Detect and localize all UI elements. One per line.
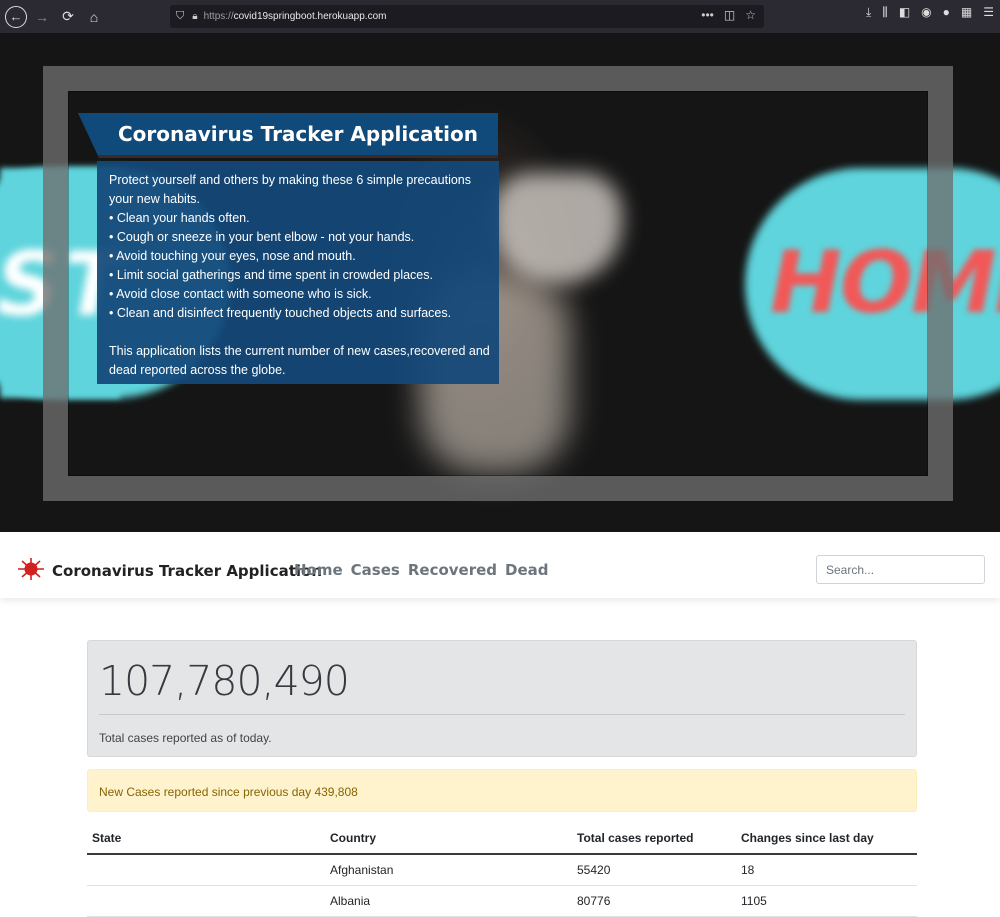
tracking-shield-icon[interactable]: ⛉ — [176, 10, 184, 23]
column-header-state: State — [92, 830, 122, 845]
extensions-icon[interactable]: ▦ — [961, 5, 972, 20]
precaution-item: • Clean and disinfect frequently touched… — [109, 306, 452, 320]
precaution-item: • Clean your hands often. — [109, 211, 250, 225]
nav-links: Home Cases Recovered Dead — [294, 561, 549, 579]
table-header: State Country Total cases reported Chang… — [87, 822, 917, 855]
url-host: covid19springboot.herokuapp.com — [233, 11, 387, 22]
forward-arrow-icon[interactable]: → — [31, 6, 53, 28]
column-header-change: Changes since last day — [741, 830, 874, 845]
search-input[interactable] — [816, 555, 985, 584]
hero-intro-line: Protect yourself and others by making th… — [109, 173, 471, 187]
column-header-total: Total cases reported — [577, 830, 694, 845]
precaution-item: • Avoid close contact with someone who i… — [109, 287, 372, 301]
table-row: Albania 80776 1105 — [87, 886, 917, 917]
precaution-item: • Avoid touching your eyes, nose and mou… — [109, 249, 356, 263]
url-protocol: https:// — [203, 11, 234, 22]
hero-banner: ST HOME Coronavirus Tracker Application … — [0, 33, 1000, 532]
cell-change: 1105 — [741, 894, 767, 908]
library-icon[interactable]: ⫼ — [882, 5, 888, 20]
hero-outro-line: dead reported across the globe. — [109, 363, 286, 377]
lock-icon[interactable]: 🔒︎ — [192, 11, 197, 22]
nav-link-cases[interactable]: Cases — [351, 561, 400, 579]
pocket-icon[interactable]: ◫ — [724, 8, 735, 22]
cell-change: 18 — [741, 863, 755, 877]
cell-country: Albania — [330, 894, 371, 908]
hero-title: Coronavirus Tracker Application — [118, 122, 478, 146]
page-actions-icon[interactable]: ••• — [701, 8, 714, 22]
cell-total: 55420 — [577, 863, 611, 877]
column-header-country: Country — [330, 830, 376, 845]
total-cases-number: 107,780,490 — [99, 657, 350, 705]
downloads-icon[interactable]: ⤓ — [866, 5, 871, 20]
address-bar[interactable]: ⛉ 🔒︎ https://covid19springboot.herokuapp… — [170, 5, 764, 28]
total-cases-label: Total cases reported as of today. — [99, 731, 272, 745]
precaution-item: • Limit social gatherings and time spent… — [109, 268, 433, 282]
hero-info-box: Protect yourself and others by making th… — [97, 161, 499, 384]
cell-country: Afghanistan — [330, 863, 394, 877]
table-row: Afghanistan 55420 18 — [87, 855, 917, 886]
new-cases-alert: New Cases reported since previous day 43… — [87, 769, 917, 812]
nav-link-home[interactable]: Home — [294, 561, 343, 579]
browser-toolbar: ← → ⟳ ⌂ ⛉ 🔒︎ https://covid19springboot.h… — [0, 0, 1000, 33]
sidebar-icon[interactable]: ◧ — [899, 5, 910, 20]
globe-icon[interactable]: ● — [943, 5, 950, 20]
divider — [99, 714, 905, 715]
reload-icon[interactable]: ⟳ — [57, 6, 79, 28]
total-cases-panel: 107,780,490 Total cases reported as of t… — [87, 640, 917, 757]
virus-logo-icon[interactable] — [16, 557, 46, 581]
hero-outro-line: This application lists the current numbe… — [109, 344, 490, 358]
brand-name[interactable]: Coronavirus Tracker Application — [52, 562, 322, 580]
cases-table: State Country Total cases reported Chang… — [87, 822, 917, 917]
cell-total: 80776 — [577, 894, 611, 908]
home-icon[interactable]: ⌂ — [83, 6, 105, 28]
menu-icon[interactable]: ☰ — [983, 5, 994, 20]
nav-link-recovered[interactable]: Recovered — [408, 561, 497, 579]
navbar: Coronavirus Tracker Application Home Cas… — [0, 535, 1000, 598]
nav-link-dead[interactable]: Dead — [505, 561, 548, 579]
back-arrow-icon[interactable]: ← — [5, 5, 27, 28]
hero-title-banner: Coronavirus Tracker Application — [78, 113, 498, 158]
hero-intro-line: your new habits. — [109, 192, 201, 206]
bookmark-star-icon[interactable]: ☆ — [745, 8, 756, 22]
precaution-item: • Cough or sneeze in your bent elbow - n… — [109, 230, 415, 244]
account-icon[interactable]: ◉ — [921, 5, 931, 20]
